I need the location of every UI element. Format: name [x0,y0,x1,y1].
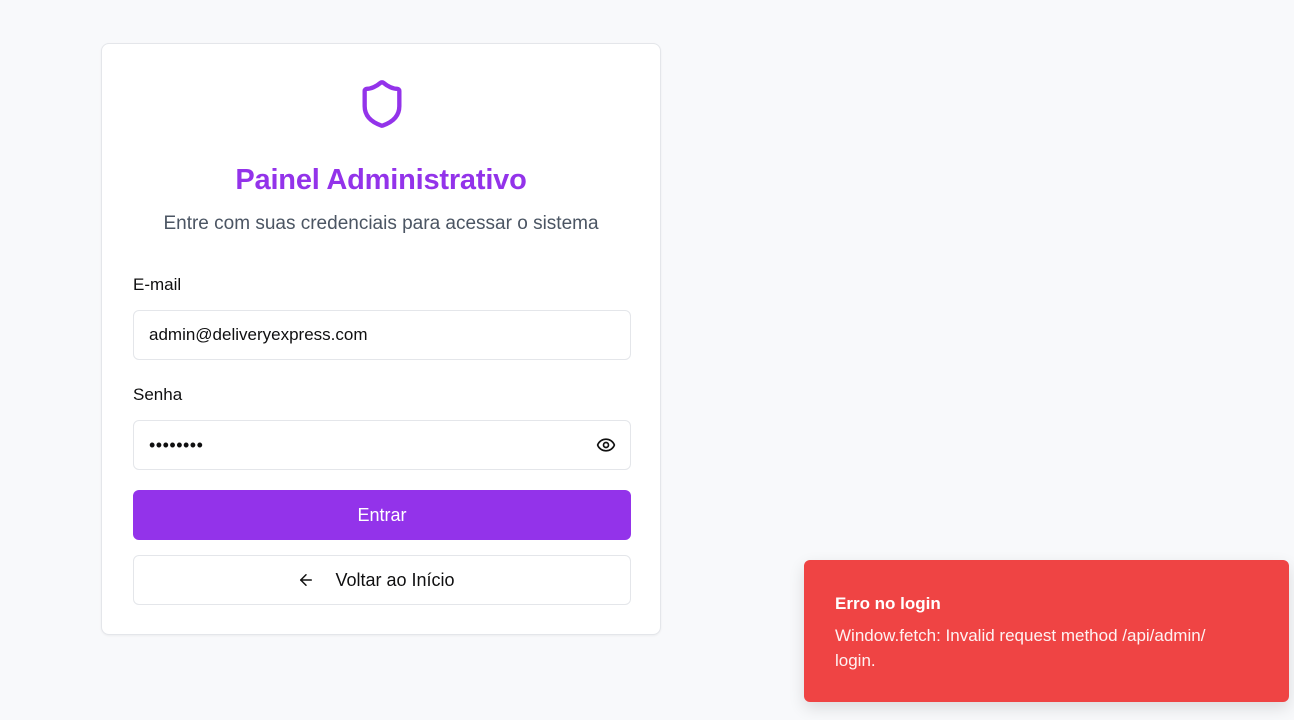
page-subtitle: Entre com suas credenciais para acessar … [163,213,599,234]
page-title: Painel Administrativo [235,164,527,196]
eye-icon[interactable] [595,435,617,455]
login-button[interactable]: Entrar [133,490,631,540]
password-value: •••••••• [149,435,204,455]
email-field[interactable]: admin@deliveryexpress.com [133,310,631,360]
password-field[interactable]: •••••••• [133,420,631,470]
email-label: E-mail [133,275,182,294]
error-toast[interactable]: Erro no login Window.fetch: Invalid requ… [804,560,1289,702]
back-home-button[interactable]: Voltar ao Início [133,555,631,605]
password-label: Senha [133,385,183,404]
login-card: Painel Administrativo Entre com suas cre… [101,43,661,635]
shield-icon [362,80,402,128]
arrow-left-icon [300,574,313,586]
toast-title: Erro no login [835,594,941,613]
back-home-label: Voltar ao Início [335,569,455,590]
toast-message: Window.fetch: Invalid request method /ap… [835,626,1206,670]
